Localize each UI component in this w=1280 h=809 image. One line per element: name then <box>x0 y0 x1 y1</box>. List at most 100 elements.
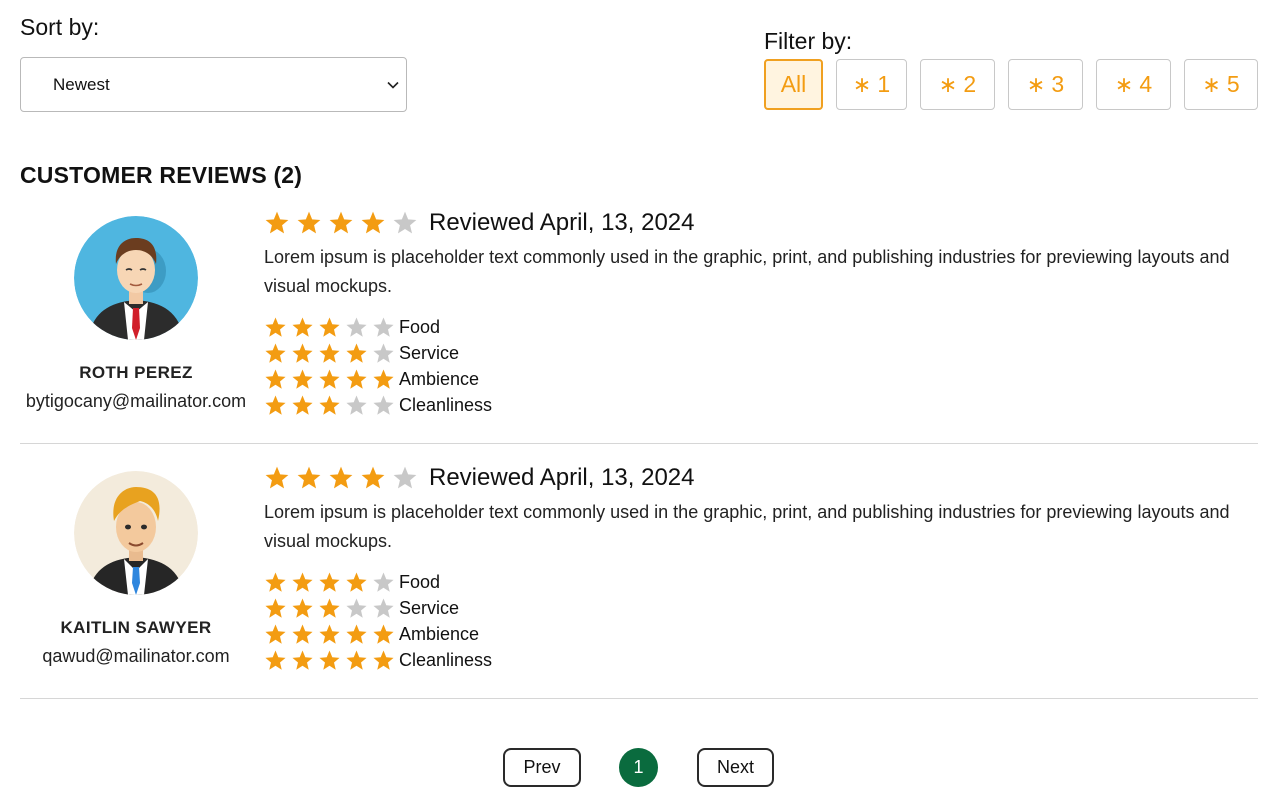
category-rating-row: Ambience <box>264 623 479 645</box>
star-filled-icon <box>265 316 286 337</box>
category-label: Service <box>399 597 460 618</box>
reviewer-email: bytigocany@mailinator.com <box>25 391 247 411</box>
filter-4-label: 4 <box>1139 71 1153 97</box>
category-label: Ambience <box>399 368 480 389</box>
category-rating-row: Food <box>264 571 440 593</box>
star-filled-icon <box>265 342 286 363</box>
star-filled-icon <box>297 466 321 489</box>
star-filled-icon <box>265 466 289 489</box>
filter-all-label: All <box>780 71 807 97</box>
category-stars <box>264 368 399 391</box>
star-filled-icon <box>265 597 286 618</box>
star-empty-icon <box>373 342 394 363</box>
filter-5-label: 5 <box>1226 71 1240 97</box>
filter-all-button[interactable]: All <box>764 59 823 110</box>
category-rating-row: Cleanliness <box>264 649 492 671</box>
star-empty-icon <box>346 597 367 618</box>
star-filled-icon <box>265 623 286 644</box>
blond-man-avatar-icon <box>74 471 198 595</box>
category-stars <box>264 597 399 620</box>
review-card: ROTH PEREZ bytigocany@mailinator.com Rev… <box>20 200 1258 444</box>
category-stars <box>264 623 399 646</box>
star-empty-icon <box>373 316 394 337</box>
review-card: KAITLIN SAWYER qawud@mailinator.com Revi… <box>20 455 1258 699</box>
sort-selected-value: Newest <box>53 74 110 94</box>
prev-button[interactable]: Prev <box>503 748 581 787</box>
star-filled-icon <box>292 394 313 415</box>
asterisk-icon: ∗ <box>1114 71 1134 97</box>
star-empty-icon <box>346 316 367 337</box>
category-label: Ambience <box>399 623 480 644</box>
category-stars <box>264 316 399 339</box>
asterisk-icon: ∗ <box>1026 71 1046 97</box>
star-empty-icon <box>393 211 417 234</box>
star-filled-icon <box>292 342 313 363</box>
category-rating-row: Service <box>264 597 459 619</box>
overall-rating-stars <box>264 210 418 236</box>
star-filled-icon <box>346 368 367 389</box>
star-filled-icon <box>373 649 394 670</box>
star-filled-icon <box>319 368 340 389</box>
category-label: Cleanliness <box>399 394 493 415</box>
star-filled-icon <box>319 571 340 592</box>
review-text: Lorem ipsum is placeholder text commonly… <box>264 502 1230 551</box>
filter-3-label: 3 <box>1051 71 1065 97</box>
filter-4-star-button[interactable]: ∗ 4 <box>1096 59 1171 110</box>
asterisk-icon: ∗ <box>852 71 872 97</box>
category-label: Food <box>399 571 441 592</box>
next-button[interactable]: Next <box>697 748 774 787</box>
category-label: Service <box>399 342 460 363</box>
star-filled-icon <box>292 368 313 389</box>
chevron-down-icon <box>387 81 399 89</box>
star-filled-icon <box>346 342 367 363</box>
review-text: Lorem ipsum is placeholder text commonly… <box>264 247 1230 296</box>
filter-2-label: 2 <box>963 71 977 97</box>
filter-label: Filter by: <box>764 28 853 54</box>
star-filled-icon <box>319 649 340 670</box>
star-empty-icon <box>373 597 394 618</box>
filter-1-label: 1 <box>877 71 891 97</box>
star-filled-icon <box>319 623 340 644</box>
sort-label: Sort by: <box>20 14 100 40</box>
category-stars <box>264 649 399 672</box>
star-filled-icon <box>265 211 289 234</box>
star-filled-icon <box>319 316 340 337</box>
reviewer-name: ROTH PEREZ <box>79 363 193 382</box>
page-1-button[interactable]: 1 <box>619 748 658 787</box>
category-stars <box>264 571 399 594</box>
star-filled-icon <box>292 597 313 618</box>
star-filled-icon <box>346 649 367 670</box>
star-filled-icon <box>361 211 385 234</box>
star-filled-icon <box>373 368 394 389</box>
star-filled-icon <box>265 394 286 415</box>
star-empty-icon <box>393 466 417 489</box>
reviews-heading: CUSTOMER REVIEWS (2) <box>20 162 303 188</box>
review-date: Reviewed April, 13, 2024 <box>429 209 695 236</box>
star-filled-icon <box>265 368 286 389</box>
filter-3-star-button[interactable]: ∗ 3 <box>1008 59 1083 110</box>
category-label: Food <box>399 316 441 337</box>
star-filled-icon <box>292 316 313 337</box>
category-stars <box>264 342 399 365</box>
star-filled-icon <box>297 211 321 234</box>
star-filled-icon <box>292 623 313 644</box>
star-filled-icon <box>319 342 340 363</box>
filter-5-star-button[interactable]: ∗ 5 <box>1184 59 1258 110</box>
filter-1-star-button[interactable]: ∗ 1 <box>836 59 907 110</box>
filter-2-star-button[interactable]: ∗ 2 <box>920 59 995 110</box>
category-rating-row: Food <box>264 316 440 338</box>
star-filled-icon <box>319 394 340 415</box>
star-empty-icon <box>373 571 394 592</box>
star-filled-icon <box>329 211 353 234</box>
category-rating-row: Cleanliness <box>264 394 492 416</box>
star-filled-icon <box>361 466 385 489</box>
star-filled-icon <box>346 571 367 592</box>
star-filled-icon <box>292 649 313 670</box>
star-filled-icon <box>346 623 367 644</box>
category-rating-row: Service <box>264 342 459 364</box>
businessman-avatar-icon <box>74 216 198 340</box>
sort-select[interactable]: Newest <box>20 57 407 112</box>
category-stars <box>264 394 399 417</box>
star-filled-icon <box>265 649 286 670</box>
category-label: Cleanliness <box>399 649 493 670</box>
